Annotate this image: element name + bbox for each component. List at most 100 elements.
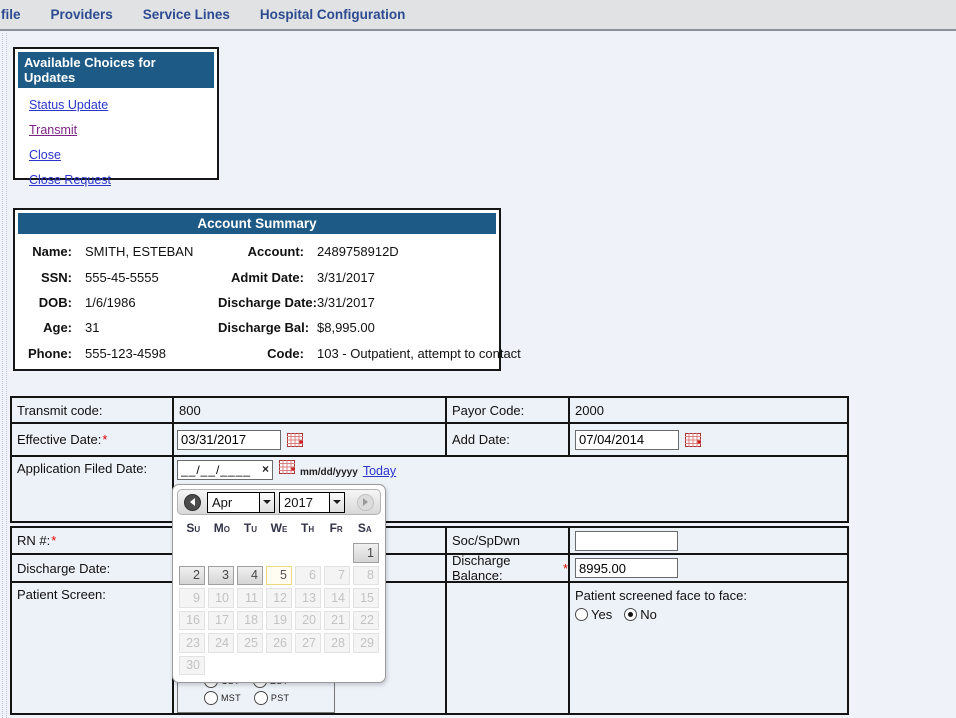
application-filed-date-input[interactable] (177, 460, 273, 480)
nav-item-file[interactable]: file (1, 7, 21, 22)
today-link[interactable]: Today (363, 464, 396, 478)
calendar-day-11: 11 (237, 588, 263, 608)
calendar-day-22: 22 (353, 611, 379, 631)
year-select[interactable]: 2017 (279, 492, 345, 513)
calendar-day-4[interactable]: 4 (237, 566, 263, 586)
calendar-day-29: 29 (353, 633, 379, 653)
face-to-face-yes-label: Yes (591, 607, 612, 622)
add-date-input[interactable] (575, 430, 679, 450)
calendar-day-8: 8 (353, 566, 379, 586)
effective-date-input[interactable] (177, 430, 281, 450)
nav-item-providers[interactable]: Providers (51, 7, 113, 22)
day-header: Mo (208, 521, 237, 538)
discharge-balance-input[interactable] (575, 558, 678, 578)
rn-number-label: RN #:* (12, 528, 172, 553)
month-select[interactable]: Apr (207, 492, 275, 513)
calendar-day-1[interactable]: 1 (353, 543, 379, 563)
month-select-value: Apr (208, 495, 259, 510)
next-month-button (357, 494, 374, 511)
transmit-code-value: 800 (174, 398, 445, 422)
application-filed-date-label: Application Filed Date: (12, 457, 172, 521)
transmit-link[interactable]: Transmit (29, 123, 77, 137)
calendar-day-empty (266, 543, 292, 563)
calendar-day-18: 18 (237, 611, 263, 631)
calendar-day-9: 9 (179, 588, 205, 608)
calendar-day-27: 27 (295, 633, 321, 653)
face-to-face-yes-radio[interactable] (575, 608, 588, 621)
calendar-day-empty (237, 543, 263, 563)
admit-date-label: Admit Date: (218, 270, 304, 285)
clear-date-icon[interactable]: × (262, 463, 269, 476)
soc-spdwn-cell (570, 528, 847, 553)
ssn-label: SSN: (24, 270, 72, 285)
calendar-day-empty (295, 656, 321, 676)
calendar-icon[interactable] (287, 433, 303, 447)
calendar-day-empty (324, 656, 350, 676)
available-choices-panel: Available Choices for Updates Status Upd… (13, 47, 219, 180)
patient-screen-label: Patient Screen: (12, 583, 172, 713)
close-request-link[interactable]: Close Request (29, 173, 111, 187)
effective-date-cell (174, 424, 445, 455)
prev-month-button[interactable] (184, 494, 201, 511)
code-label: Code: (218, 346, 304, 361)
detail-form-upper: Transmit code: 800 Payor Code: 2000 Effe… (10, 396, 849, 523)
close-link[interactable]: Close (29, 148, 61, 162)
account-summary-title: Account Summary (18, 213, 496, 234)
account-summary-panel: Account Summary Name: SMITH, ESTEBAN Acc… (13, 208, 501, 371)
calendar-day-19: 19 (266, 611, 292, 631)
required-marker: * (51, 533, 56, 548)
soc-spdwn-input[interactable] (575, 531, 678, 551)
day-header: Fr (322, 521, 351, 538)
empty-cell (447, 583, 568, 713)
calendar-day-14: 14 (324, 588, 350, 608)
day-header: Th (293, 521, 322, 538)
calendar-day-15: 15 (353, 588, 379, 608)
effective-date-label: Effective Date:* (12, 424, 172, 455)
nav-item-service-lines[interactable]: Service Lines (143, 7, 230, 22)
transmit-code-label: Transmit code: (12, 398, 172, 422)
calendar-day-7: 7 (324, 566, 350, 586)
mst-radio[interactable] (204, 691, 218, 705)
calendar-icon[interactable] (279, 460, 295, 474)
calendar-day-6: 6 (295, 566, 321, 586)
available-choices-list: Status Update Transmit Close Close Reque… (29, 97, 217, 187)
account-summary-row: DOB: 1/6/1986 Discharge Date: 3/31/2017 (15, 290, 499, 315)
calendar-day-3[interactable]: 3 (208, 566, 234, 586)
account-summary-row: Age: 31 Discharge Bal: $8,995.00 (15, 315, 499, 340)
calendar-day-17: 17 (208, 611, 234, 631)
account-summary-row: Name: SMITH, ESTEBAN Account: 2489758912… (15, 239, 499, 264)
calendar-day-5[interactable]: 5 (266, 566, 292, 586)
phone-label: Phone: (24, 346, 72, 361)
calendar-day-2[interactable]: 2 (179, 566, 205, 586)
day-header: We (265, 521, 294, 538)
calendar-day-13: 13 (295, 588, 321, 608)
calendar-day-empty (208, 656, 234, 676)
status-update-link[interactable]: Status Update (29, 98, 108, 112)
dob-value: 1/6/1986 (85, 295, 205, 310)
date-picker-header: Apr 2017 (177, 489, 381, 515)
calendar-icon[interactable] (685, 433, 701, 447)
ssn-value: 555-45-5555 (85, 270, 205, 285)
pst-radio[interactable] (254, 691, 268, 705)
payor-code-value: 2000 (570, 398, 847, 422)
account-label: Account: (218, 244, 304, 259)
day-header: Su (179, 521, 208, 538)
year-select-value: 2017 (280, 495, 329, 510)
mst-label: MST (221, 693, 241, 703)
face-to-face-no-radio[interactable] (624, 608, 637, 621)
dob-label: DOB: (24, 295, 72, 310)
calendar-day-23: 23 (179, 633, 205, 653)
account-summary-row: SSN: 555-45-5555 Admit Date: 3/31/2017 (15, 264, 499, 289)
nav-item-hospital-configuration[interactable]: Hospital Configuration (260, 7, 406, 22)
calendar-day-empty (208, 543, 234, 563)
calendar-day-25: 25 (237, 633, 263, 653)
calendar-day-empty (179, 543, 205, 563)
account-summary-row: Phone: 555-123-4598 Code: 103 - Outpatie… (15, 341, 499, 366)
chevron-down-icon (259, 493, 274, 512)
face-to-face-label: Patient screened face to face: (575, 588, 747, 603)
account-value: 2489758912D (317, 244, 493, 259)
name-label: Name: (24, 244, 72, 259)
add-date-label: Add Date: (447, 424, 568, 455)
calendar-day-empty (295, 543, 321, 563)
timezone-row: MST PST (204, 691, 302, 705)
